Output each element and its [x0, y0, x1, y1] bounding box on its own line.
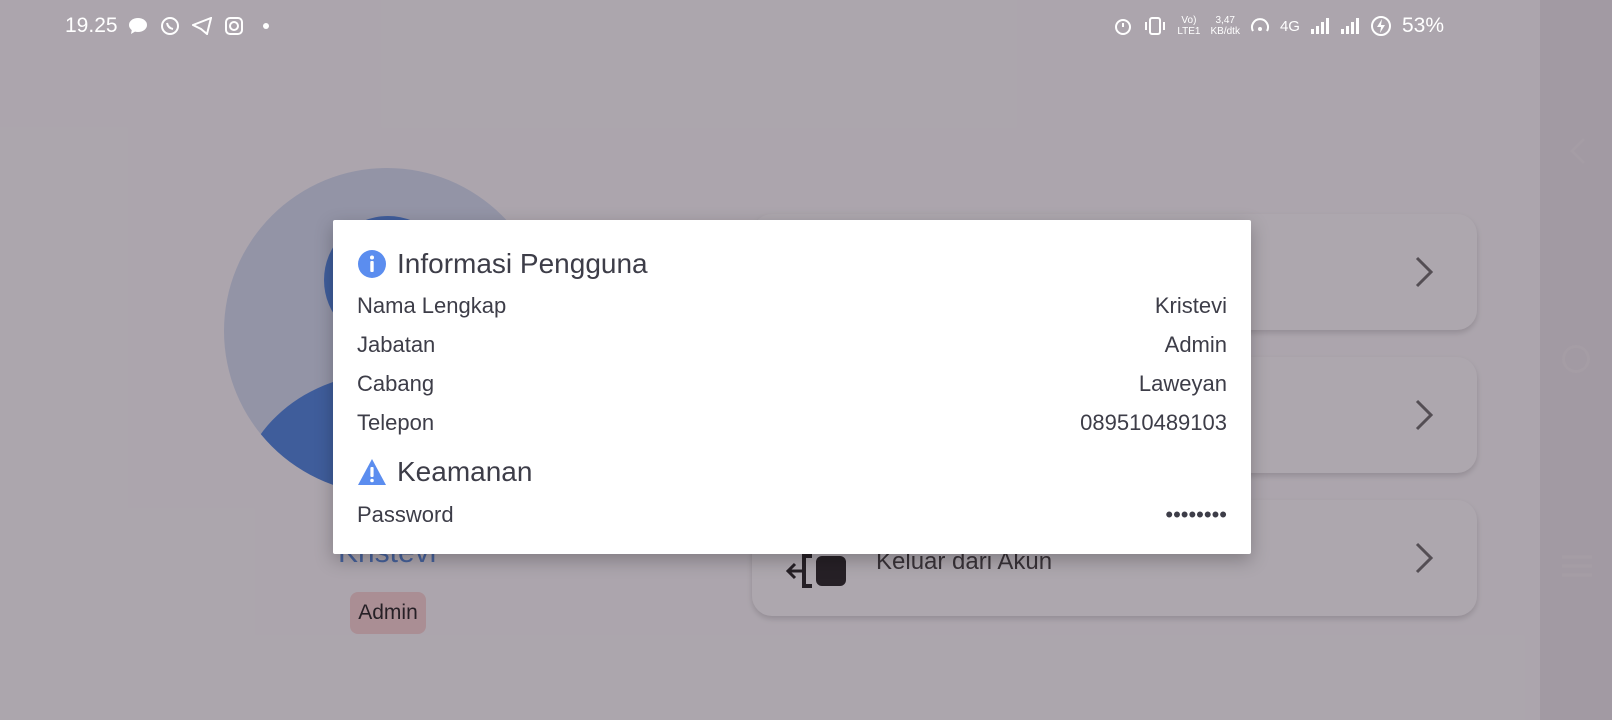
user-info-header: Informasi Pengguna [357, 248, 648, 280]
alarm-icon [1115, 19, 1132, 35]
info-label: Cabang [357, 371, 435, 396]
info-row-nama: Nama Lengkap Kristevi [357, 293, 1227, 319]
info-label: Telepon [357, 410, 435, 435]
info-row-jabatan: Jabatan Admin [357, 332, 1227, 358]
signal-icon [1310, 18, 1329, 34]
vibrate-icon [1145, 17, 1166, 35]
security-header: Keamanan [357, 456, 532, 488]
notification-icons [128, 16, 276, 36]
signal-2-icon [1340, 18, 1359, 34]
user-info-dialog: Informasi Pengguna Nama Lengkap Kristevi… [333, 220, 1251, 554]
info-label: Jabatan [357, 332, 436, 357]
more-notifications-dot-icon [256, 16, 276, 36]
password-row: Password •••••••• [357, 502, 1227, 528]
instagram-icon [224, 16, 244, 36]
battery-percent: 53% [1401, 14, 1444, 37]
info-row-telepon: Telepon 089510489103 [357, 410, 1227, 436]
status-time: 19.25 [65, 14, 118, 37]
hotspot-icon [1250, 18, 1269, 32]
info-value: Admin [1164, 332, 1227, 357]
security-title: Keamanan [397, 456, 533, 487]
info-value: Kristevi [1154, 293, 1227, 318]
nav-scrim [1540, 0, 1612, 720]
network-type: 4G [1279, 17, 1300, 35]
battery-charging-icon [1370, 16, 1391, 36]
info-label: Nama Lengkap [357, 293, 507, 318]
info-value: 089510489103 [1080, 410, 1227, 435]
password-label: Password [357, 502, 454, 527]
message-icon [128, 16, 148, 36]
password-value: •••••••• [1165, 502, 1227, 527]
volte-indicator: Vo) LTE1 [1177, 15, 1201, 37]
info-value: Laweyan [1138, 371, 1227, 396]
info-row-cabang: Cabang Laweyan [357, 371, 1227, 397]
system-icons: Vo) LTE1 3,47 KB/dtk 4G 53% [1113, 14, 1444, 38]
status-bar: 19.25 Vo) LTE1 3,47 KB/dtk 4G 53% [0, 0, 1540, 56]
whatsapp-icon [160, 16, 180, 36]
user-info-title: Informasi Pengguna [397, 248, 648, 279]
warning-icon [358, 459, 386, 485]
info-icon [358, 250, 386, 278]
network-speed: 3,47 KB/dtk [1210, 15, 1240, 37]
telegram-icon [192, 16, 212, 36]
